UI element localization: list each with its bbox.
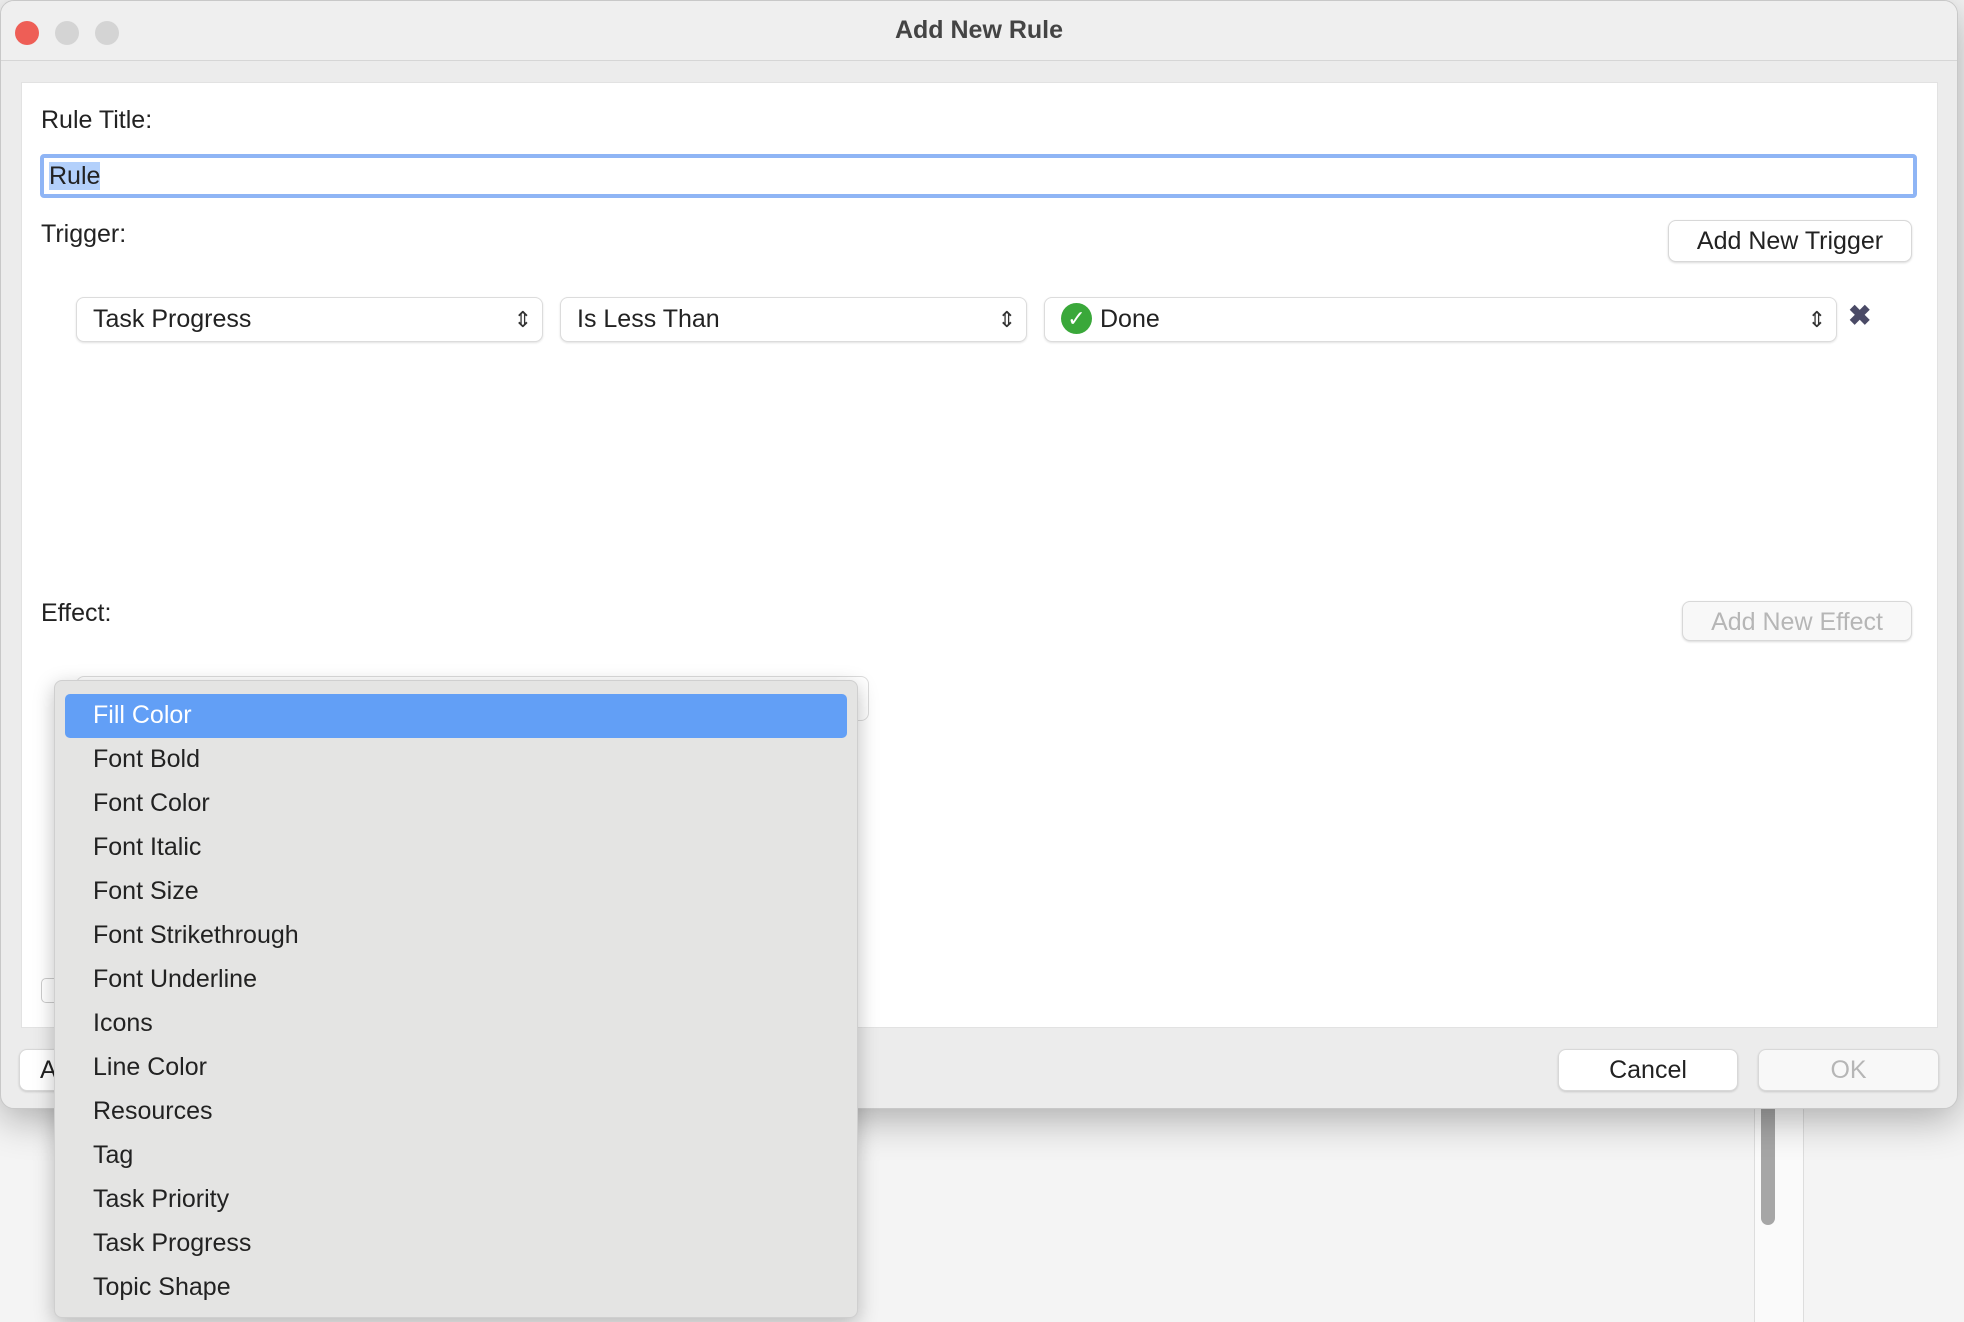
menu-item-topic-shape[interactable]: Topic Shape [65,1266,847,1310]
trigger-operator-select[interactable]: Is Less Than ⇕ [560,297,1027,342]
trigger-field-value: Task Progress [93,305,252,333]
trigger-value-value: Done [1100,305,1160,333]
menu-item-line-color[interactable]: Line Color [65,1046,847,1090]
menu-item-font-color[interactable]: Font Color [65,782,847,826]
menu-item-font-strikethrough[interactable]: Font Strikethrough [65,914,847,958]
green-check-circle-icon: ✓ [1061,302,1092,334]
trigger-value-select[interactable]: ✓ Done ⇕ [1044,297,1837,342]
chevron-updown-icon: ⇕ [997,307,1016,332]
rule-title-input[interactable]: Rule [40,154,1917,198]
cancel-button[interactable]: Cancel [1558,1049,1738,1091]
add-new-effect-button[interactable]: Add New Effect [1682,601,1912,641]
background-scrollbar-thumb[interactable] [1761,1100,1775,1225]
menu-item-resources[interactable]: Resources [65,1090,847,1134]
chevron-updown-icon: ⇕ [1807,307,1826,332]
ok-button[interactable]: OK [1758,1049,1939,1091]
title-bar: Add New Rule [1,1,1957,61]
add-new-trigger-button[interactable]: Add New Trigger [1668,220,1912,262]
effect-type-dropdown-menu: Fill Color Font Bold Font Color Font Ita… [54,680,858,1318]
trigger-label: Trigger: [41,220,127,248]
rule-title-value: Rule [49,162,101,190]
effect-label: Effect: [41,599,112,627]
menu-item-fill-color[interactable]: Fill Color [65,694,847,738]
menu-item-icons[interactable]: Icons [65,1002,847,1046]
remove-trigger-icon[interactable]: ✖ [1848,299,1871,332]
menu-item-font-underline[interactable]: Font Underline [65,958,847,1002]
menu-item-task-priority[interactable]: Task Priority [65,1178,847,1222]
trigger-field-select[interactable]: Task Progress ⇕ [76,297,543,342]
menu-item-tag[interactable]: Tag [65,1134,847,1178]
chevron-updown-icon: ⇕ [513,307,532,332]
rule-title-label: Rule Title: [41,106,153,134]
menu-item-task-progress[interactable]: Task Progress [65,1222,847,1266]
menu-item-font-bold[interactable]: Font Bold [65,738,847,782]
trigger-operator-value: Is Less Than [577,305,720,333]
menu-item-font-italic[interactable]: Font Italic [65,826,847,870]
menu-item-font-size[interactable]: Font Size [65,870,847,914]
window-title: Add New Rule [894,16,1064,44]
